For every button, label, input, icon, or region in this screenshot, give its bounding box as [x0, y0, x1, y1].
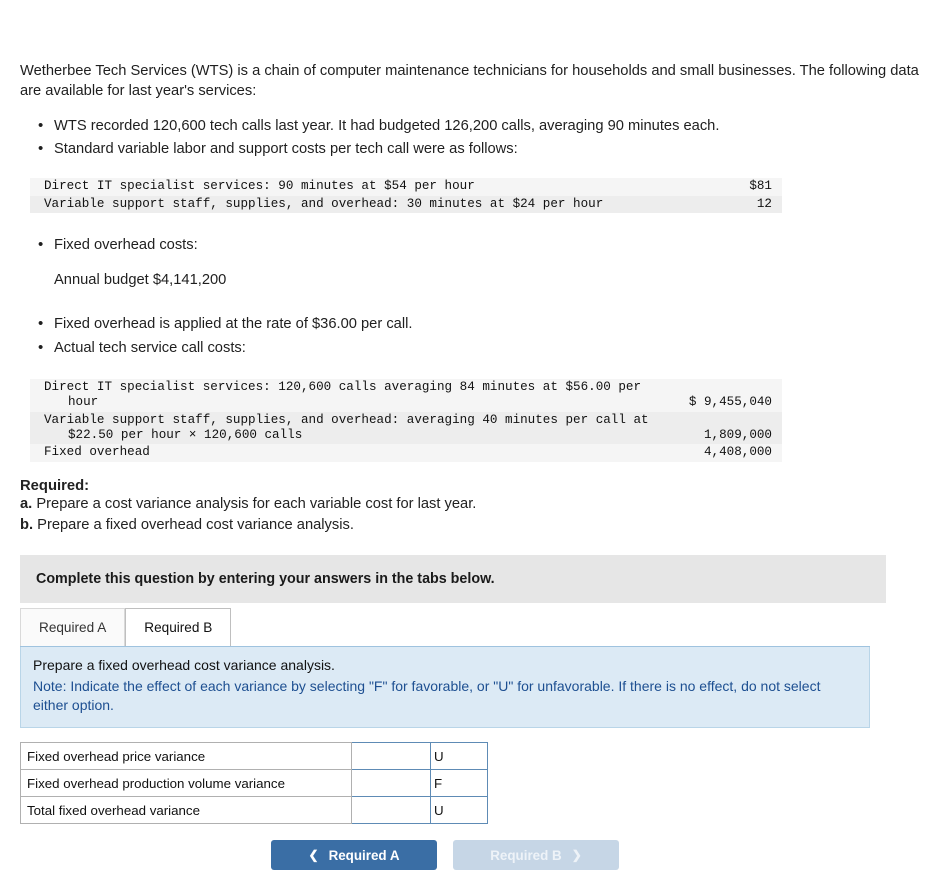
variance-effect-input-1[interactable] [431, 772, 487, 794]
actual-cost-label-0-line1: Direct IT specialist services: 120,600 c… [44, 379, 642, 394]
variance-value-cell-2[interactable] [351, 796, 431, 825]
table-row: Direct IT specialist services: 120,600 c… [30, 379, 782, 412]
variance-value-cell-0[interactable] [351, 742, 431, 771]
variance-effect-cell-2[interactable] [430, 796, 488, 825]
note-box: Prepare a fixed overhead cost variance a… [20, 647, 870, 729]
variance-value-cell-1[interactable] [351, 769, 431, 798]
variance-effect-input-2[interactable] [431, 799, 487, 821]
actual-cost-label-0: Direct IT specialist services: 120,600 c… [30, 379, 658, 412]
chevron-left-icon: ❮ [308, 848, 319, 863]
table-row: Total fixed overhead variance [20, 796, 488, 825]
question-page: Wetherbee Tech Services (WTS) is a chain… [0, 0, 945, 893]
actual-cost-amount-0: $ 9,455,040 [688, 395, 772, 410]
actual-cost-label-1: Variable support staff, supplies, and ov… [30, 411, 658, 445]
standard-cost-amount-0: $81 [749, 179, 772, 194]
table-row: Fixed overhead 4,408,000 [30, 444, 782, 461]
variance-value-input-2[interactable] [352, 799, 430, 821]
prev-required-a-button[interactable]: ❮ Required A [271, 840, 437, 871]
table-row: Direct IT specialist services: 90 minute… [30, 178, 782, 195]
required-a-body: Prepare a cost variance analysis for eac… [36, 495, 477, 512]
problem-bullets-2: Fixed overhead is applied at the rate of… [20, 313, 925, 359]
chevron-right-icon: ❯ [571, 848, 582, 863]
variance-effect-input-0[interactable] [431, 745, 487, 767]
list-item: Standard variable labor and support cost… [38, 138, 925, 160]
problem-intro: Wetherbee Tech Services (WTS) is a chain… [20, 63, 919, 99]
required-b-body: Prepare a fixed overhead cost variance a… [37, 516, 354, 533]
variance-value-input-1[interactable] [352, 772, 430, 794]
list-item: Fixed overhead is applied at the rate of… [38, 313, 925, 335]
prev-button-label: Required A [328, 847, 400, 863]
answer-table: Fixed overhead price variance Fixed over… [20, 742, 488, 825]
standard-cost-amount-1: 12 [658, 195, 782, 214]
variance-label-1: Fixed overhead production volume varianc… [20, 769, 352, 798]
required-b-marker: b. [20, 516, 34, 533]
standard-cost-table: Direct IT specialist services: 90 minute… [30, 178, 782, 214]
required-a-text: a. Prepare a cost variance analysis for … [20, 495, 925, 515]
next-button-label: Required B [490, 847, 562, 863]
standard-cost-label-0: Direct IT specialist services: 90 minute… [44, 179, 475, 194]
note-effect-hint: Note: Indicate the effect of each varian… [33, 678, 821, 714]
variance-label-0: Fixed overhead price variance [20, 742, 352, 771]
problem-content: Wetherbee Tech Services (WTS) is a chain… [0, 62, 945, 871]
table-row: Fixed overhead production volume varianc… [20, 769, 488, 798]
instruction-banner: Complete this question by entering your … [20, 555, 886, 604]
variance-label-2: Total fixed overhead variance [20, 796, 352, 825]
variance-effect-cell-0[interactable] [430, 742, 488, 771]
actual-cost-label-0-line2: hour [68, 395, 99, 410]
actual-cost-label-2: Fixed overhead [44, 445, 150, 460]
table-row: Variable support staff, supplies, and ov… [30, 195, 782, 214]
actual-cost-amount-2: 4,408,000 [703, 445, 772, 460]
actual-cost-table: Direct IT specialist services: 120,600 c… [30, 378, 782, 462]
standard-cost-label-1: Variable support staff, supplies, and ov… [30, 195, 658, 214]
actual-cost-label-1-line1: Variable support staff, supplies, and ov… [44, 412, 649, 427]
required-a-marker: a. [20, 495, 33, 512]
list-item: Actual tech service call costs: [38, 337, 925, 359]
note-instruction: Prepare a fixed overhead cost variance a… [33, 657, 335, 674]
problem-bullets-fixed: Fixed overhead costs: [20, 234, 925, 256]
annual-budget-line: Annual budget $4,141,200 [54, 272, 227, 289]
required-heading: Required: [20, 477, 90, 494]
actual-cost-amount-1: 1,809,000 [658, 411, 782, 445]
table-row: Fixed overhead price variance [20, 742, 488, 771]
next-required-b-button[interactable]: Required B ❯ [453, 840, 619, 871]
required-b-text: b. Prepare a fixed overhead cost varianc… [20, 516, 925, 536]
list-item: Fixed overhead costs: [38, 234, 925, 256]
tab-required-b[interactable]: Required B [125, 608, 232, 647]
variance-effect-cell-1[interactable] [430, 769, 488, 798]
tab-required-a[interactable]: Required A [20, 608, 126, 647]
actual-cost-label-1-line2: $22.50 per hour × 120,600 calls [68, 428, 303, 443]
table-row: Variable support staff, supplies, and ov… [30, 411, 782, 445]
list-item: WTS recorded 120,600 tech calls last yea… [38, 115, 925, 137]
tab-bar: Required A Required B [20, 603, 870, 648]
variance-value-input-0[interactable] [352, 745, 430, 767]
nav-row: ❮ Required A Required B ❯ [20, 840, 870, 871]
problem-bullets-1: WTS recorded 120,600 tech calls last yea… [20, 115, 925, 161]
